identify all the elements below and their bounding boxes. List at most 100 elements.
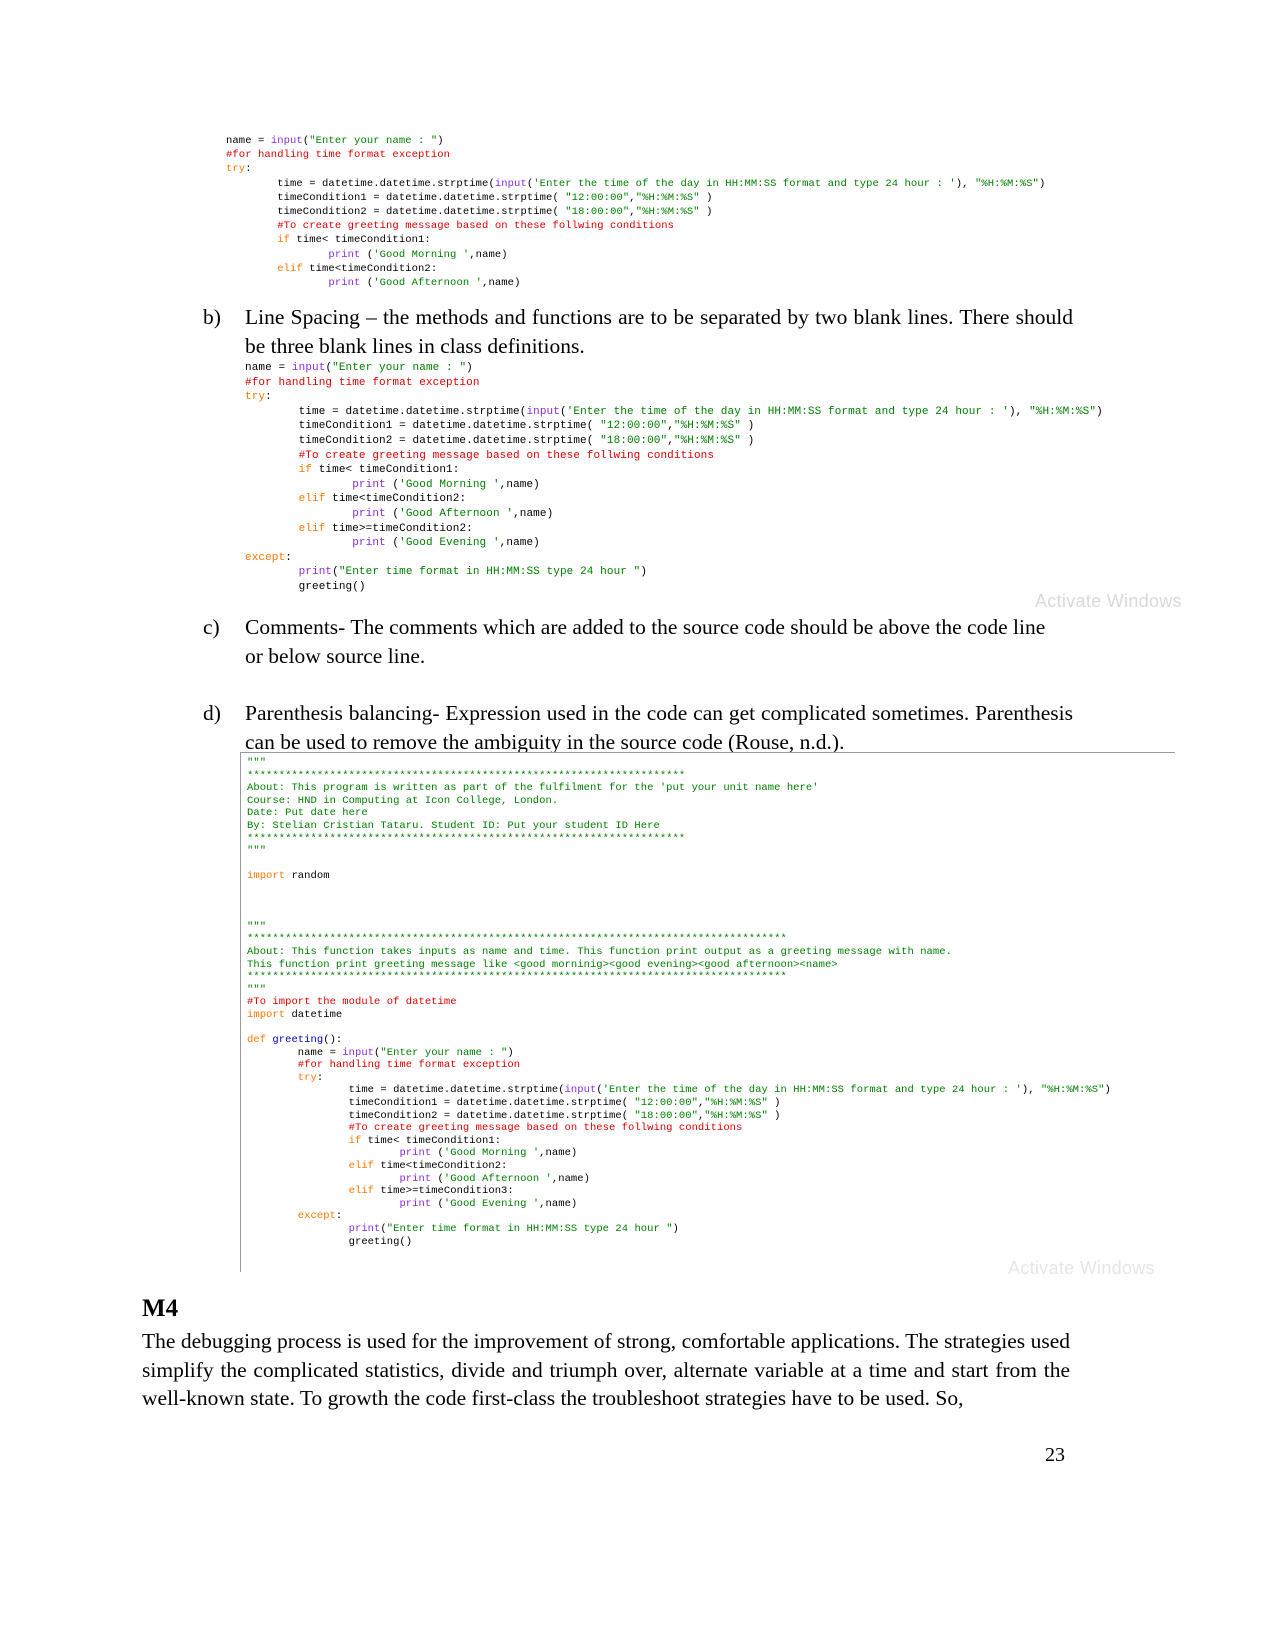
code-token: time>=timeCondition3:: [374, 1185, 514, 1198]
code-line: timeCondition2 = datetime.datetime.strpt…: [247, 1110, 1175, 1123]
code-line: ****************************************…: [247, 770, 1175, 783]
code-token: ():: [323, 1034, 343, 1047]
code-token: ),: [955, 177, 975, 190]
code-token: 'Good Evening ': [443, 1197, 540, 1210]
code-token: """: [247, 845, 267, 858]
code-token: 'Enter the time of the day in HH:MM:SS f…: [602, 1084, 1022, 1097]
code-line: """: [247, 921, 1175, 934]
code-token: print: [352, 507, 386, 520]
code-line: timeCondition1 = datetime.datetime.strpt…: [226, 191, 1081, 205]
code-line: print ('Good Afternoon ',name): [245, 507, 1145, 522]
code-token: ): [437, 135, 444, 147]
code-line: #To create greeting message based on the…: [226, 219, 1081, 233]
code-token: timeCondition1 = datetime.datetime.strpt…: [226, 191, 566, 204]
code-line: About: This function takes inputs as nam…: [247, 946, 1175, 959]
section-paragraph-m4: The debugging process is used for the im…: [142, 1329, 1070, 1410]
code-token: time< timeCondition1:: [361, 1134, 502, 1147]
code-token: #To create greeting message based on the…: [245, 449, 715, 462]
code-token: By: Stelian Cristian Tataru. Student ID:…: [247, 819, 660, 832]
list-marker-d: d): [203, 701, 221, 725]
code-token: name =: [245, 362, 292, 374]
code-token: except: [245, 551, 286, 564]
code-token: (: [559, 405, 567, 418]
code-token: (: [385, 478, 400, 491]
code-token: "12:00:00": [634, 1097, 698, 1110]
code-token: (: [431, 1147, 444, 1160]
code-token: print: [399, 1172, 432, 1185]
code-token: timeCondition2 = datetime.datetime.strpt…: [245, 434, 601, 447]
code-line: print ('Good Morning ',name): [247, 1147, 1175, 1160]
code-line: elif time>=timeCondition2:: [245, 522, 1145, 537]
code-token: except: [247, 1210, 336, 1223]
code-line: try:: [226, 162, 1081, 176]
activate-windows-watermark-2: Activate Windows: [1008, 1258, 1155, 1278]
code-line: greeting(): [245, 580, 1145, 595]
code-line: import random: [247, 870, 1175, 883]
code-token: print: [352, 478, 386, 491]
code-line: time = datetime.datetime.strptime(input(…: [247, 1084, 1175, 1097]
code-line: #for handling time format exception: [226, 148, 1081, 162]
code-token: ,name): [499, 537, 540, 550]
code-token: time>=timeCondition2:: [325, 522, 473, 535]
code-token: greeting(): [245, 580, 366, 593]
code-token: #for handling time format exception: [247, 1059, 521, 1072]
code-token: input: [291, 362, 326, 374]
code-line: #To import the module of datetime: [247, 996, 1175, 1009]
code-line: """: [247, 757, 1175, 770]
code-token: (: [385, 537, 400, 550]
code-token: 'Good Afternoon ': [373, 277, 483, 290]
code-token: ): [640, 566, 648, 579]
code-token: Course: HND in Computing at Icon College…: [247, 794, 559, 807]
code-line: print ('Good Evening ',name): [247, 1198, 1175, 1211]
code-token: ): [740, 420, 755, 433]
code-line: timeCondition2 = datetime.datetime.strpt…: [245, 434, 1145, 449]
code-token: """: [247, 757, 267, 769]
code-line: name = input("Enter your name : "): [247, 1047, 1175, 1060]
code-token: "%H:%M:%S": [673, 420, 741, 433]
code-token: random: [285, 870, 330, 883]
code-token: (: [431, 1197, 444, 1210]
code-token: ),: [1021, 1084, 1041, 1097]
code-token: #for handling time format exception: [245, 376, 480, 389]
code-token: elif: [247, 1185, 375, 1198]
code-token: input: [494, 177, 527, 190]
code-line: print ('Good Afternoon ',name): [226, 276, 1081, 290]
code-line: print ('Good Morning ',name): [245, 478, 1145, 493]
code-token: 'Good Afternoon ': [399, 507, 514, 520]
code-token: import: [247, 1008, 286, 1021]
code-token: #for handling time format exception: [226, 149, 451, 162]
list-marker-c: c): [203, 615, 220, 639]
code-line: greeting(): [247, 1236, 1175, 1249]
code-token: "%H:%M:%S": [974, 177, 1039, 190]
code-token: ): [699, 206, 713, 219]
code-token: timeCondition1 = datetime.datetime.strpt…: [245, 420, 601, 433]
code-line: By: Stelian Cristian Tataru. Student ID:…: [247, 820, 1175, 833]
code-line: print("Enter time format in HH:MM:SS typ…: [247, 1223, 1175, 1236]
code-token: time = datetime.datetime.strptime(: [245, 405, 527, 418]
code-token: datetime: [285, 1008, 343, 1021]
code-token: input: [526, 405, 560, 418]
code-line: def greeting():: [247, 1034, 1175, 1047]
code-line: timeCondition2 = datetime.datetime.strpt…: [226, 205, 1081, 219]
code-token: ),: [1008, 405, 1030, 418]
code-line: time = datetime.datetime.strptime(input(…: [226, 177, 1081, 191]
code-token: :: [245, 163, 252, 176]
code-token: print: [298, 566, 333, 579]
list-text-b: Line Spacing – the methods and functions…: [245, 305, 1073, 358]
code-token: ): [740, 434, 755, 447]
code-line: ****************************************…: [247, 833, 1175, 846]
code-line: This function print greeting message lik…: [247, 959, 1175, 972]
code-line: Course: HND in Computing at Icon College…: [247, 795, 1175, 808]
code-token: time< timeCondition1:: [290, 234, 431, 247]
code-line: except:: [245, 551, 1145, 566]
code-line: print ('Good Afternoon ',name): [247, 1173, 1175, 1186]
section-heading-m4: M4: [142, 1295, 179, 1322]
code-screenshot-2: name = input("Enter your name : ") #for h…: [245, 361, 1145, 595]
code-line: About: This program is written as part o…: [247, 782, 1175, 795]
